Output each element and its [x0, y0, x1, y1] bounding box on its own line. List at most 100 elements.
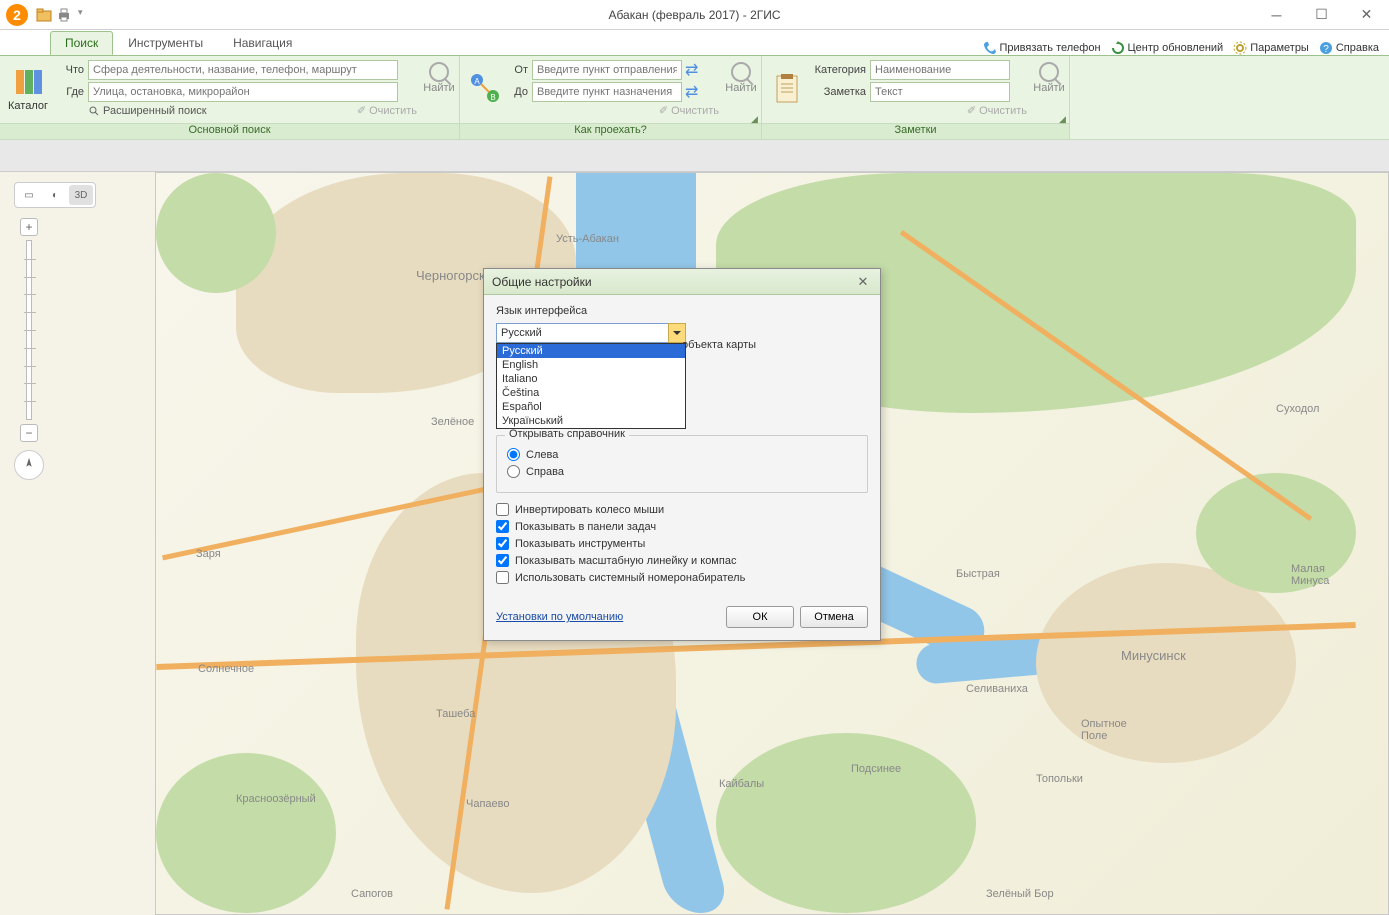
group-expand-icon[interactable]: ◢ — [1059, 114, 1067, 122]
catalog-button[interactable]: Каталог — [4, 58, 52, 120]
catalog-label: Каталог — [8, 100, 48, 112]
language-combobox[interactable]: Русский Русский English Italiano Čeština… — [496, 323, 686, 343]
night-toggle[interactable]: ◐ — [43, 185, 67, 205]
clipboard-icon — [771, 72, 803, 104]
tab-tools[interactable]: Инструменты — [113, 31, 218, 55]
checkbox-input[interactable] — [496, 537, 509, 550]
radio-left-input[interactable] — [507, 448, 520, 461]
link-label: Параметры — [1250, 42, 1309, 54]
language-option[interactable]: Español — [497, 400, 685, 414]
language-option[interactable]: Русский — [497, 344, 685, 358]
what-label: Что — [52, 64, 84, 76]
swap-to-icon[interactable]: ⇄ — [685, 82, 698, 102]
what-input[interactable] — [88, 60, 398, 80]
link-bind-phone[interactable]: Привязать телефон — [983, 41, 1101, 55]
map-label: Минусинск — [1121, 648, 1186, 663]
clear-link-route[interactable]: ✐ Очистить — [659, 104, 719, 117]
to-label: До — [506, 86, 528, 98]
zoom-out-button[interactable]: − — [20, 424, 38, 442]
radio-left[interactable]: Слева — [507, 448, 857, 461]
find-button-route[interactable]: Найти — [725, 58, 757, 98]
check-show-scale[interactable]: Показывать масштабную линейку и компас — [496, 554, 868, 567]
map-label: Селиваниха — [966, 683, 1028, 695]
clear-link-notes[interactable]: ✐ Очистить — [967, 104, 1027, 117]
dialog-body: Язык интерфейса Русский Русский English … — [484, 295, 880, 598]
route-icon-button[interactable]: AB — [464, 58, 506, 120]
swap-from-icon[interactable]: ⇄ — [685, 60, 698, 80]
magnifier-icon — [429, 62, 449, 82]
where-input[interactable] — [88, 82, 398, 102]
radio-right[interactable]: Справа — [507, 465, 857, 478]
group-label-notes: Заметки — [762, 123, 1069, 139]
defaults-link[interactable]: Установки по умолчанию — [496, 611, 623, 623]
maximize-button[interactable]: ☐ — [1299, 0, 1344, 30]
find-button-main[interactable]: Найти — [423, 58, 455, 98]
group-expand-icon[interactable]: ◢ — [751, 114, 759, 122]
clear-label: Очистить — [671, 105, 719, 117]
link-help[interactable]: ? Справка — [1319, 41, 1379, 55]
to-input[interactable] — [532, 82, 682, 102]
note-input[interactable] — [870, 82, 1010, 102]
check-taskbar[interactable]: Показывать в панели задач — [496, 520, 868, 533]
language-option[interactable]: Italiano — [497, 372, 685, 386]
map-label: Ташеба — [436, 708, 475, 720]
clear-label: Очистить — [369, 105, 417, 117]
zoom-track[interactable] — [26, 240, 32, 420]
check-show-tools[interactable]: Показывать инструменты — [496, 537, 868, 550]
zoom-in-button[interactable]: + — [20, 218, 38, 236]
qa-dropdown-icon[interactable]: ▾ — [78, 7, 83, 23]
ribbon-group-main-search: Каталог Что Где Расширенный поиск — [0, 56, 460, 139]
catalog-icon — [12, 66, 44, 98]
cancel-button[interactable]: Отмена — [800, 606, 868, 628]
checkbox-input[interactable] — [496, 571, 509, 584]
svg-text:B: B — [490, 93, 495, 102]
ribbon-tabs: Поиск Инструменты Навигация Привязать те… — [0, 30, 1389, 56]
map-label: Зелёный Бор — [986, 888, 1054, 900]
from-input[interactable] — [532, 60, 682, 80]
notes-icon-button[interactable] — [766, 58, 808, 120]
map-label: Кайбалы — [719, 778, 764, 790]
category-label: Категория — [808, 64, 866, 76]
find-button-notes[interactable]: Найти — [1033, 58, 1065, 98]
checkbox-input[interactable] — [496, 503, 509, 516]
map-forest — [156, 753, 336, 913]
map-label: Солнечное — [198, 663, 254, 675]
map-label: Заря — [196, 548, 221, 560]
link-updates[interactable]: Центр обновлений — [1111, 41, 1224, 55]
qa-print-icon[interactable] — [56, 7, 72, 23]
radio-label: Справа — [526, 466, 564, 478]
minimize-button[interactable]: ─ — [1254, 0, 1299, 30]
group-label-route: Как проехать? — [460, 123, 761, 139]
radio-right-input[interactable] — [507, 465, 520, 478]
route-ab-icon: AB — [469, 72, 501, 104]
phone-icon — [983, 41, 997, 55]
tab-navigation[interactable]: Навигация — [218, 31, 307, 55]
window-title: Абакан (февраль 2017) - 2ГИС — [608, 8, 780, 22]
map-label: Красноозёрный — [236, 793, 316, 805]
advanced-search-link[interactable]: Расширенный поиск — [88, 105, 207, 117]
close-button[interactable]: ✕ — [1344, 0, 1389, 30]
open-reference-fieldset: Открывать справочник Слева Справа — [496, 435, 868, 493]
link-label: Привязать телефон — [1000, 42, 1101, 54]
lang-section-label: Язык интерфейса — [496, 305, 868, 317]
checkbox-input[interactable] — [496, 554, 509, 567]
check-invert-wheel[interactable]: Инвертировать колесо мыши — [496, 503, 868, 516]
ok-button[interactable]: ОК — [726, 606, 794, 628]
category-input[interactable] — [870, 60, 1010, 80]
clear-link-main[interactable]: ✐ Очистить — [357, 104, 417, 117]
language-option[interactable]: Čeština — [497, 386, 685, 400]
dialog-close-button[interactable]: ✕ — [854, 273, 872, 291]
ruler-toggle[interactable]: ▭ — [17, 185, 41, 205]
gray-strip — [0, 140, 1389, 172]
tab-search[interactable]: Поиск — [50, 31, 113, 55]
3d-toggle[interactable]: 3D — [69, 185, 93, 205]
check-use-dialer[interactable]: Использовать системный номеронабиратель — [496, 571, 868, 584]
fieldset-legend: Открывать справочник — [505, 428, 629, 440]
link-parameters[interactable]: Параметры — [1233, 41, 1309, 55]
checkbox-input[interactable] — [496, 520, 509, 533]
qa-folder-icon[interactable] — [36, 7, 52, 23]
language-option[interactable]: Український — [497, 414, 685, 428]
dialog-title-text: Общие настройки — [492, 275, 592, 289]
compass[interactable] — [14, 450, 44, 480]
language-option[interactable]: English — [497, 358, 685, 372]
